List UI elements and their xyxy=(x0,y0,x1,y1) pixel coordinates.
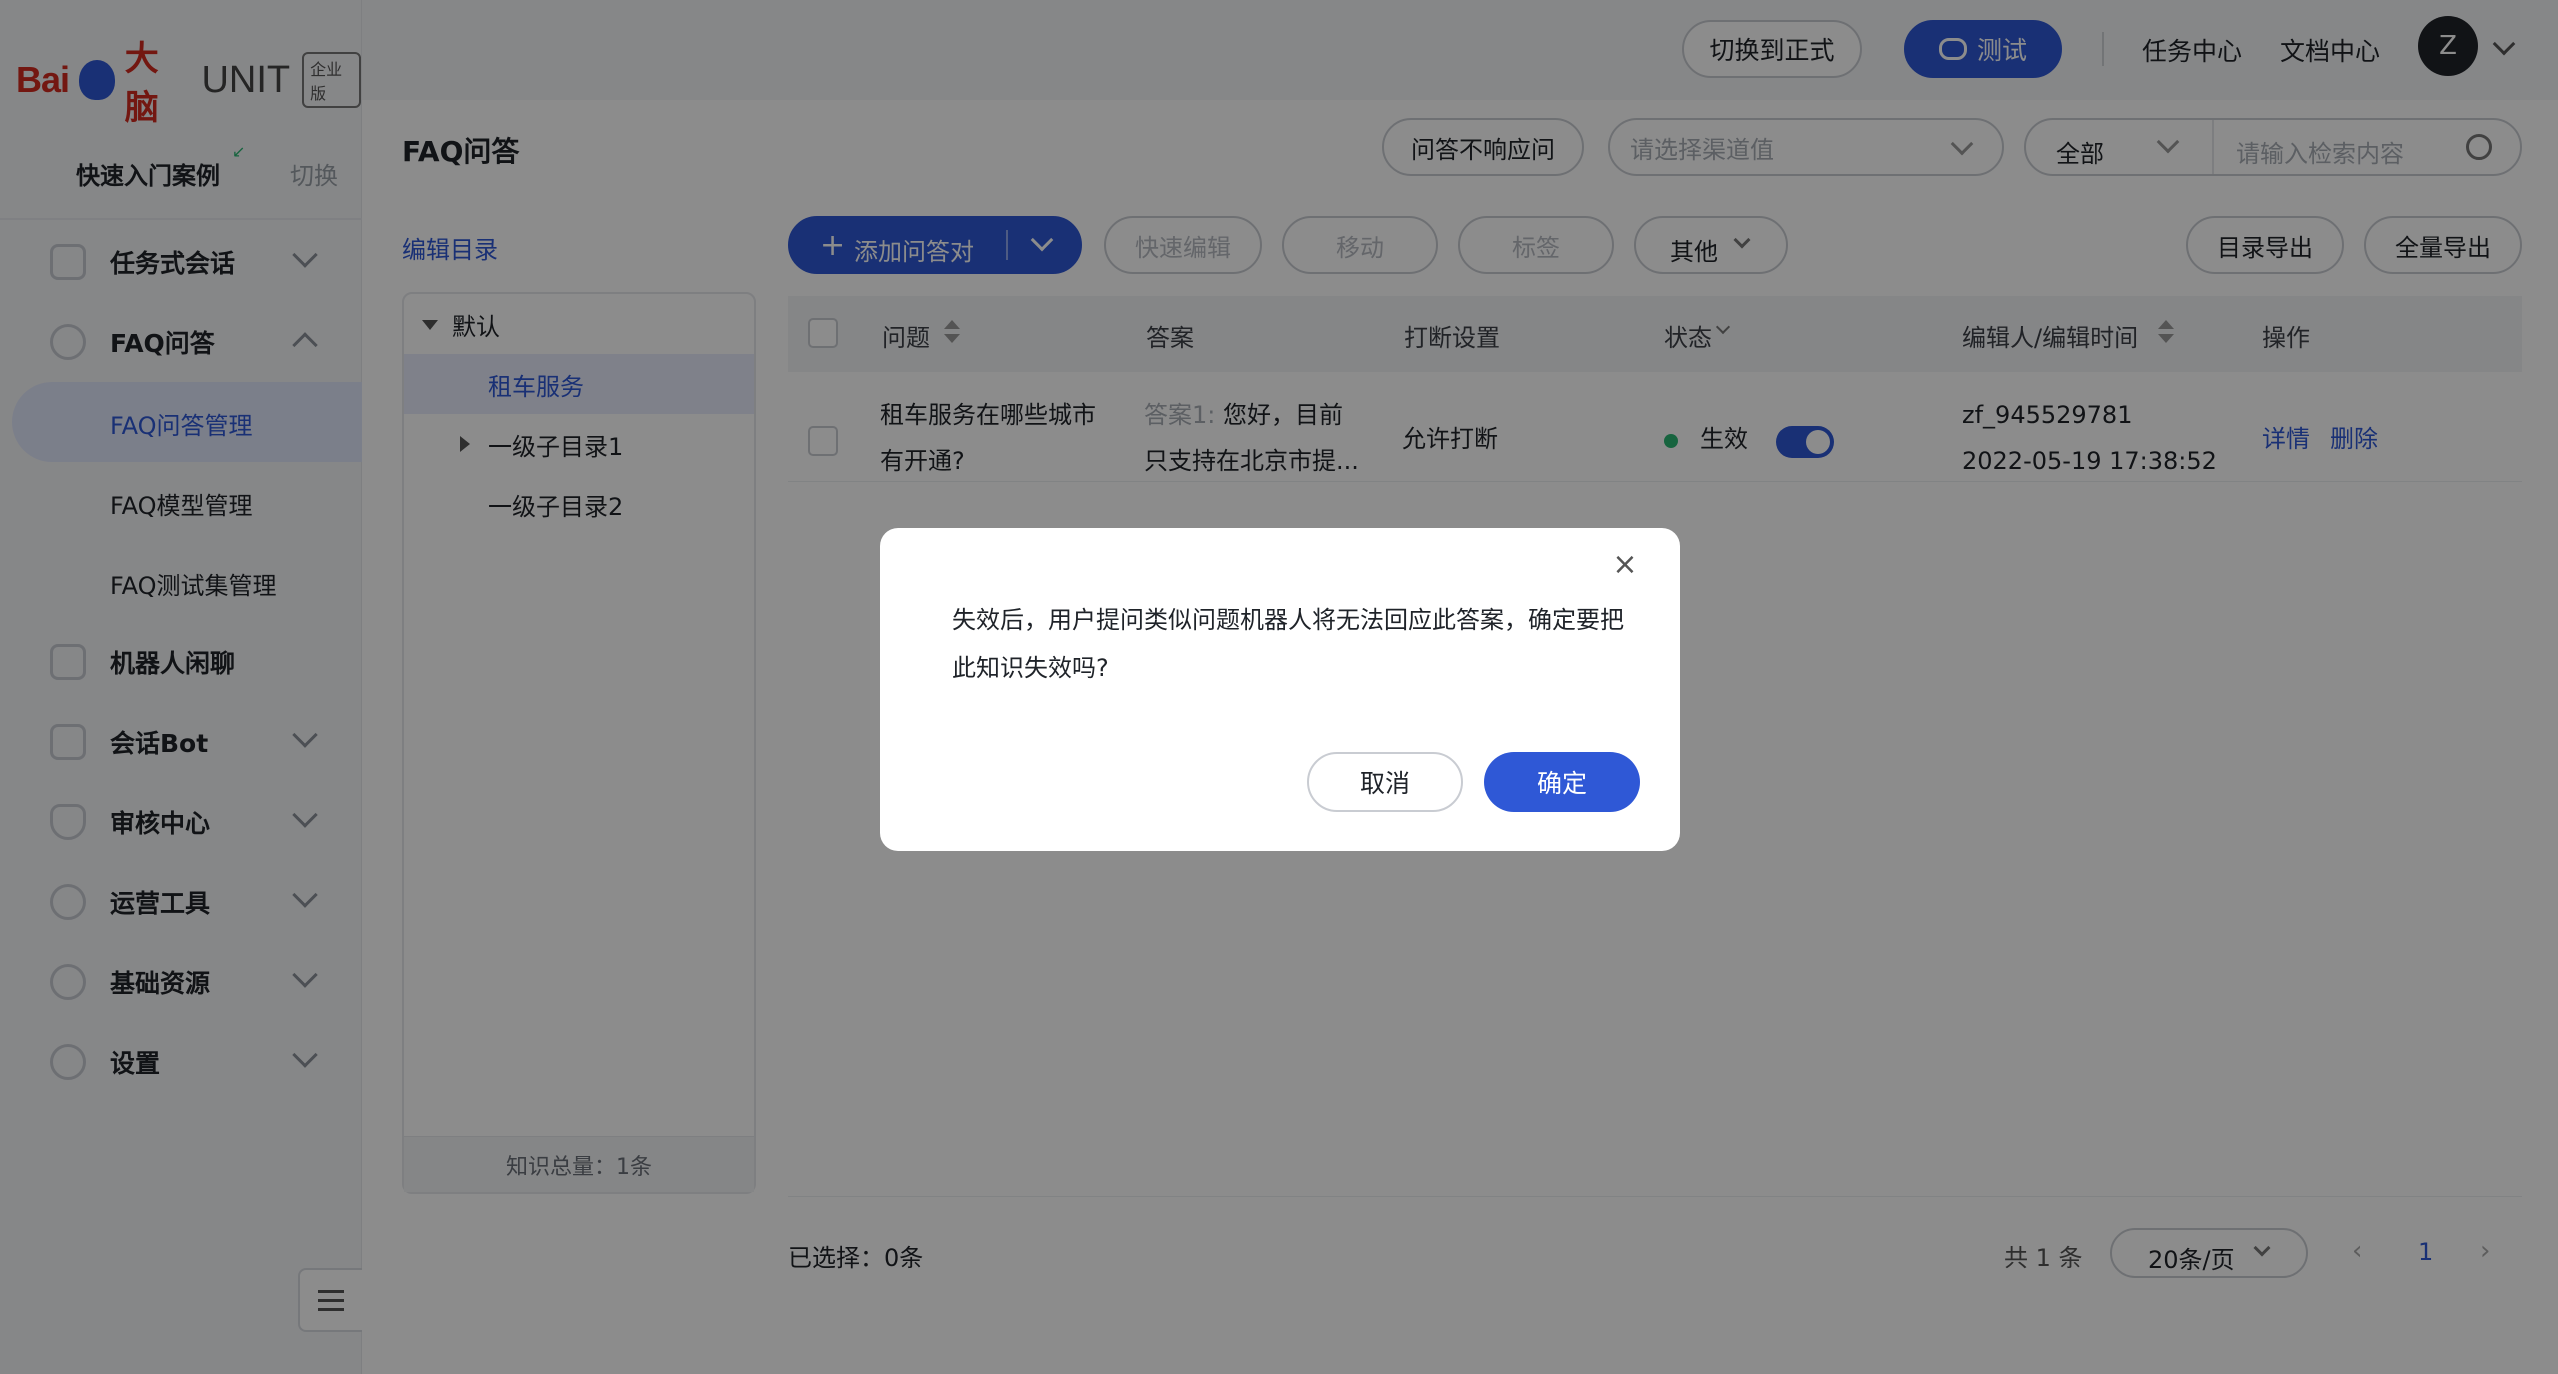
confirm-dialog: × 失效后，用户提问类似问题机器人将无法回应此答案，确定要把此知识失效吗? 取消… xyxy=(880,528,1680,851)
confirm-button[interactable]: 确定 xyxy=(1484,752,1640,812)
cancel-button[interactable]: 取消 xyxy=(1307,752,1463,812)
close-icon[interactable]: × xyxy=(1610,550,1640,580)
dialog-message: 失效后，用户提问类似问题机器人将无法回应此答案，确定要把此知识失效吗? xyxy=(952,606,1624,682)
